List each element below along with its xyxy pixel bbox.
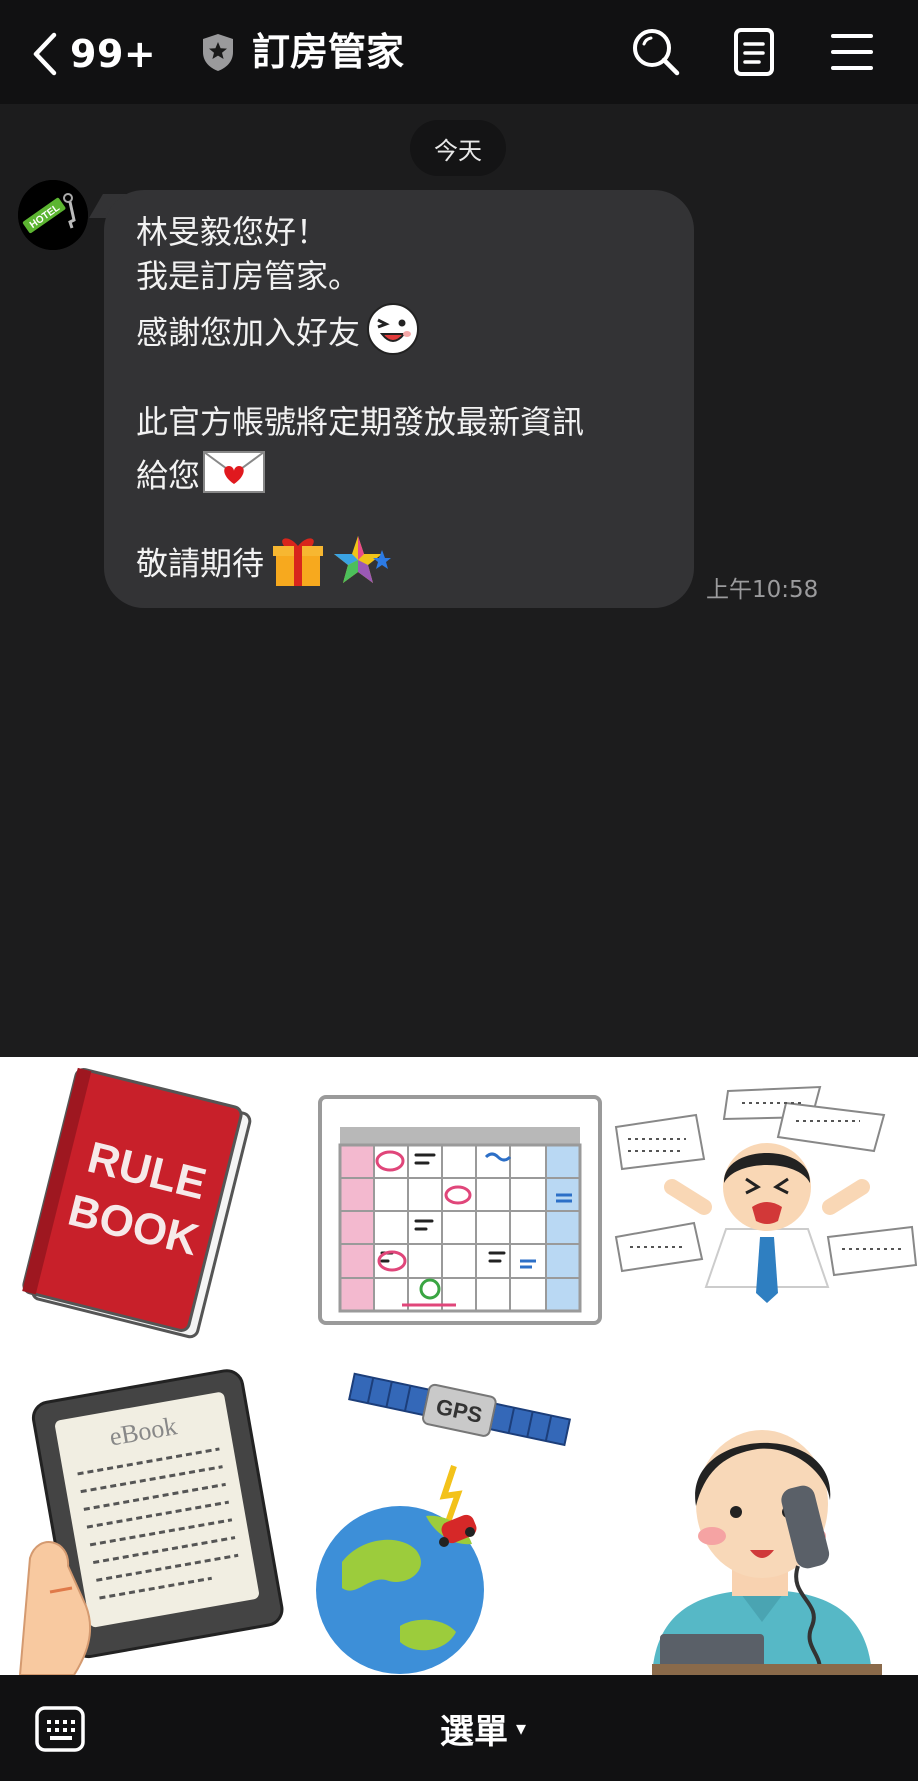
rich-menu-item-rule-book[interactable]: RULE BOOK — [0, 1057, 306, 1366]
message-timestamp: 上午10:58 — [706, 577, 819, 603]
message-line: 我是訂房管家。 — [136, 257, 361, 295]
rich-menu-item-gps[interactable]: GPS — [306, 1366, 612, 1675]
message-line: 敬請期待 — [136, 532, 392, 599]
unread-count: 99+ — [70, 32, 157, 76]
shooting-star-emoji — [330, 532, 392, 599]
keyboard-icon — [35, 1706, 85, 1752]
notes-icon — [734, 28, 774, 76]
keyboard-button[interactable] — [34, 1705, 86, 1753]
hamburger-menu-icon — [831, 34, 873, 70]
gps-satellite-icon: GPS — [316, 1372, 572, 1674]
ebook-reader-icon: eBook — [18, 1369, 284, 1675]
caret-down-icon: ▾ — [516, 1716, 527, 1740]
gift-emoji — [270, 532, 326, 599]
rich-menu: RULE BOOK eBook GPS — [0, 1057, 918, 1675]
rich-menu-item-worker[interactable] — [612, 1057, 918, 1366]
chat-title: 訂房管家 — [252, 30, 405, 74]
calendar-icon — [318, 1095, 602, 1325]
chevron-left-icon — [33, 32, 57, 76]
rich-menu-toggle[interactable]: 選單 ▾ — [440, 1703, 526, 1753]
back-button[interactable]: 99+ — [30, 26, 170, 82]
rich-menu-item-phone[interactable] — [612, 1366, 918, 1675]
search-icon — [633, 29, 680, 76]
phone-call-icon — [652, 1430, 882, 1675]
search-button[interactable] — [628, 24, 684, 80]
message-text: 敬請期待 — [136, 544, 265, 583]
message-line: 感謝您加入好友 — [136, 302, 420, 367]
message-text: 給您 — [136, 456, 201, 495]
stressed-worker-icon — [614, 1085, 918, 1303]
bottom-bar: 選單 ▾ — [0, 1675, 918, 1781]
chat-area[interactable]: 今天 HOTEL 林旻毅您好！ 我是訂房管家。 感謝您加入好友 此官方帳號將定期… — [0, 104, 918, 1057]
love-letter-emoji — [202, 448, 266, 507]
hotel-key-icon: HOTEL — [18, 180, 88, 250]
notes-button[interactable] — [726, 24, 782, 80]
rich-menu-item-calendar[interactable] — [306, 1057, 612, 1366]
message-text: 感謝您加入好友 — [136, 313, 361, 352]
chat-header: 99+ 訂房管家 — [0, 0, 918, 104]
menu-label: 選單 — [440, 1711, 508, 1752]
more-menu-button[interactable] — [824, 24, 880, 80]
message-line: 給您 — [136, 448, 266, 507]
rich-menu-item-ebook[interactable]: eBook — [0, 1366, 306, 1675]
winking-face-emoji — [366, 302, 420, 367]
message-line: 此官方帳號將定期發放最新資訊 — [136, 403, 585, 441]
date-separator: 今天 — [410, 120, 506, 176]
rule-book-icon: RULE BOOK — [22, 1067, 252, 1339]
avatar[interactable]: HOTEL — [18, 180, 88, 250]
message-line: 林旻毅您好！ — [136, 213, 329, 251]
shield-star-icon — [203, 34, 233, 71]
